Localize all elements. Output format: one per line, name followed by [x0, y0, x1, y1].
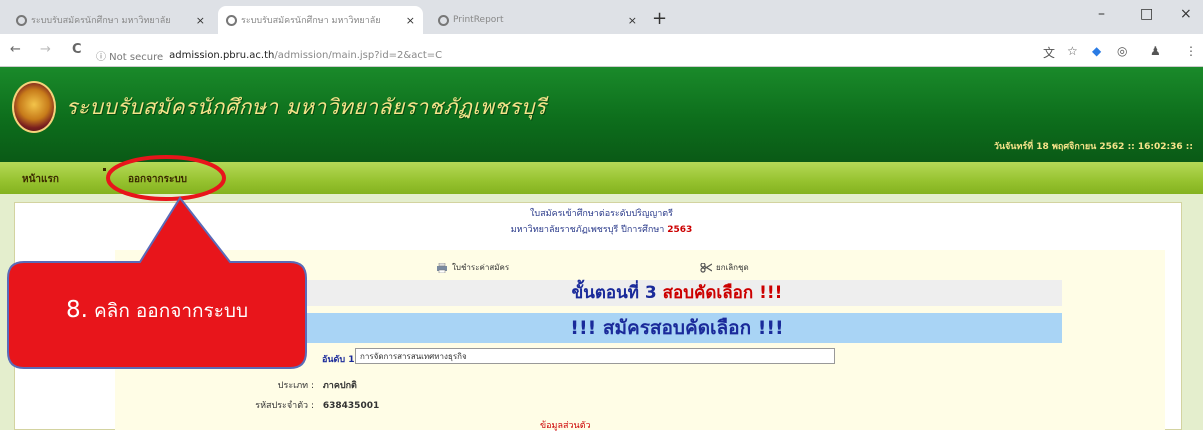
callout-number: 8. [65, 297, 88, 323]
callout-bubble [7, 196, 307, 369]
highlight-ring [106, 155, 226, 201]
callout-instruction: คลิก ออกจากระบบ [93, 300, 249, 322]
callout-label: 8. คลิก ออกจากระบบ [12, 288, 302, 332]
callout-graphic [7, 155, 307, 369]
